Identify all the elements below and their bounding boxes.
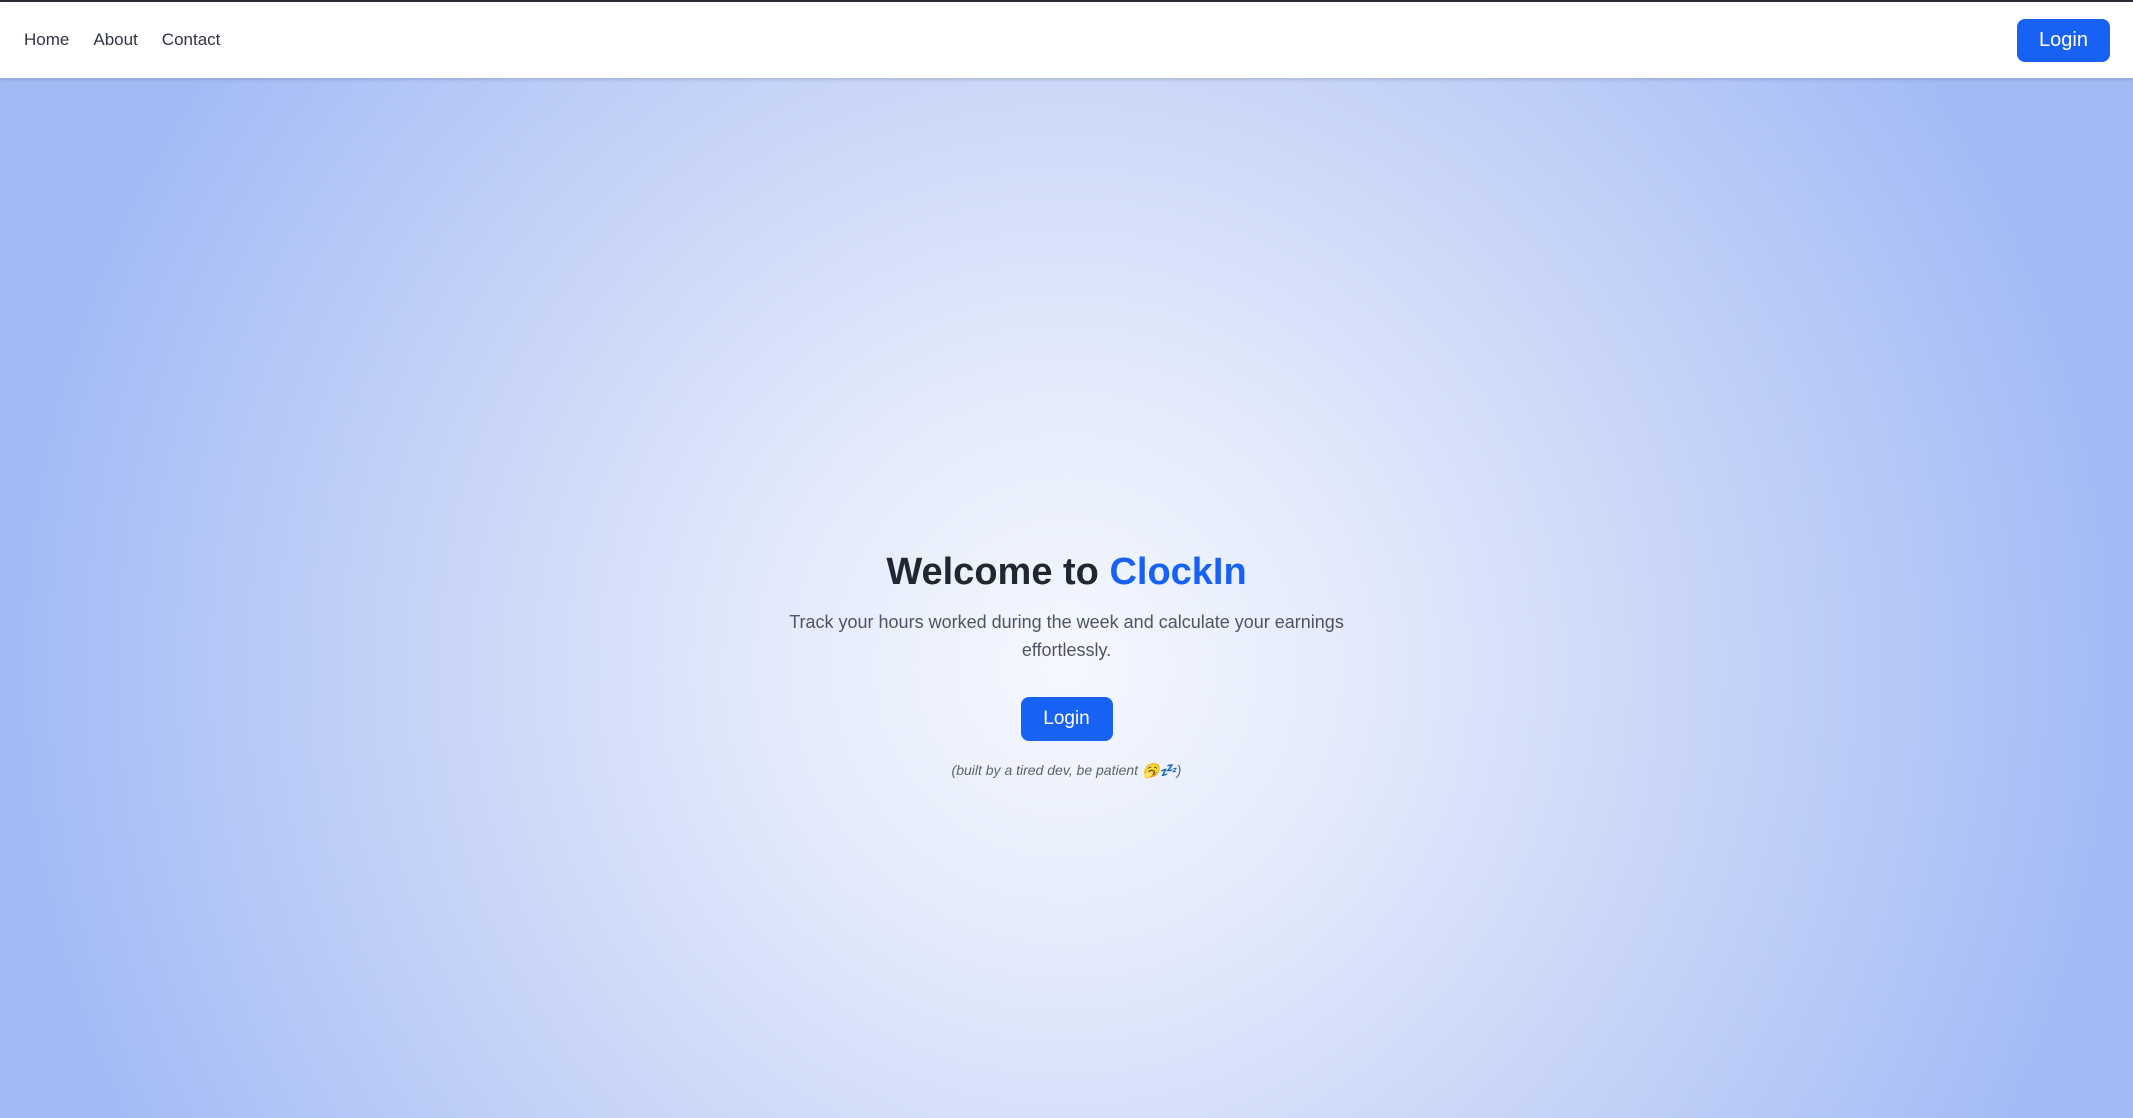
hero-login-button[interactable]: Login xyxy=(1020,696,1113,741)
top-navbar: Home About Contact Login xyxy=(0,2,2133,78)
dev-note: (built by a tired dev, be patient 🥱💤) xyxy=(951,761,1182,778)
nav-link-about[interactable]: About xyxy=(93,30,137,50)
page-title: Welcome to ClockIn xyxy=(0,550,2133,596)
hero-subtitle: Track your hours worked during the week … xyxy=(789,611,1344,660)
hero-content: Welcome to ClockIn Track your hours work… xyxy=(0,550,2133,779)
brand-name: ClockIn xyxy=(1109,551,1247,593)
nav-links: Home About Contact xyxy=(24,2,244,78)
hero-section: Welcome to ClockIn Track your hours work… xyxy=(0,78,2133,1118)
title-prefix: Welcome to xyxy=(886,551,1110,593)
nav-login-button[interactable]: Login xyxy=(2017,19,2110,62)
nav-link-contact[interactable]: Contact xyxy=(162,30,221,50)
nav-link-home[interactable]: Home xyxy=(24,30,69,50)
